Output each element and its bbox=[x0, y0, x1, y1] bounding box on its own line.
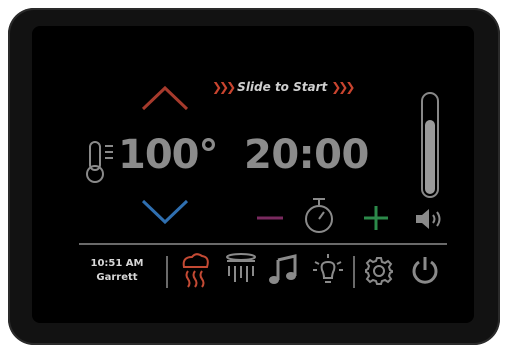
slide-chevrons-left: ❯❯❯ bbox=[212, 80, 236, 94]
steam-icon bbox=[182, 253, 209, 288]
temperature-down-button[interactable] bbox=[140, 198, 190, 226]
music-icon bbox=[269, 254, 297, 284]
steam-button[interactable] bbox=[178, 251, 212, 291]
bottom-bar-divider bbox=[79, 243, 447, 245]
thermometer-icon bbox=[83, 140, 117, 184]
volume-slider-fill bbox=[425, 120, 435, 194]
chevron-down-icon bbox=[141, 199, 189, 225]
timer-minus-button[interactable] bbox=[255, 208, 285, 228]
power-button[interactable] bbox=[410, 255, 440, 287]
speaker-icon bbox=[416, 209, 441, 229]
volume-slider[interactable] bbox=[421, 92, 439, 198]
separator-left bbox=[166, 256, 168, 288]
stopwatch-icon bbox=[305, 198, 333, 233]
temperature-up-button[interactable] bbox=[140, 84, 190, 112]
plus-icon bbox=[364, 206, 388, 230]
minus-icon bbox=[257, 216, 283, 220]
volume-button[interactable] bbox=[414, 207, 446, 231]
music-button[interactable] bbox=[267, 254, 299, 286]
slide-to-start[interactable]: ❯❯❯ Slide to Start ❯❯❯ bbox=[212, 76, 402, 98]
gear-icon bbox=[365, 257, 393, 285]
light-bulb-icon bbox=[313, 254, 343, 283]
timer-display: 20:00 bbox=[244, 132, 369, 178]
timer-plus-button[interactable] bbox=[362, 204, 390, 232]
stopwatch-button[interactable] bbox=[303, 196, 335, 236]
temperature-display: 100° bbox=[118, 132, 218, 178]
status-time: 10:51 AM bbox=[90, 258, 144, 269]
shower-icon bbox=[226, 253, 256, 282]
shower-button[interactable] bbox=[223, 252, 259, 288]
light-button[interactable] bbox=[310, 252, 346, 288]
chevron-up-icon bbox=[141, 85, 189, 111]
status-user: Garrett bbox=[96, 272, 138, 283]
separator-right bbox=[353, 256, 355, 288]
slide-chevrons-right: ❯❯❯ bbox=[331, 80, 355, 94]
settings-button[interactable] bbox=[364, 256, 394, 286]
power-icon bbox=[412, 257, 438, 284]
slide-to-start-label: Slide to Start bbox=[237, 80, 328, 94]
